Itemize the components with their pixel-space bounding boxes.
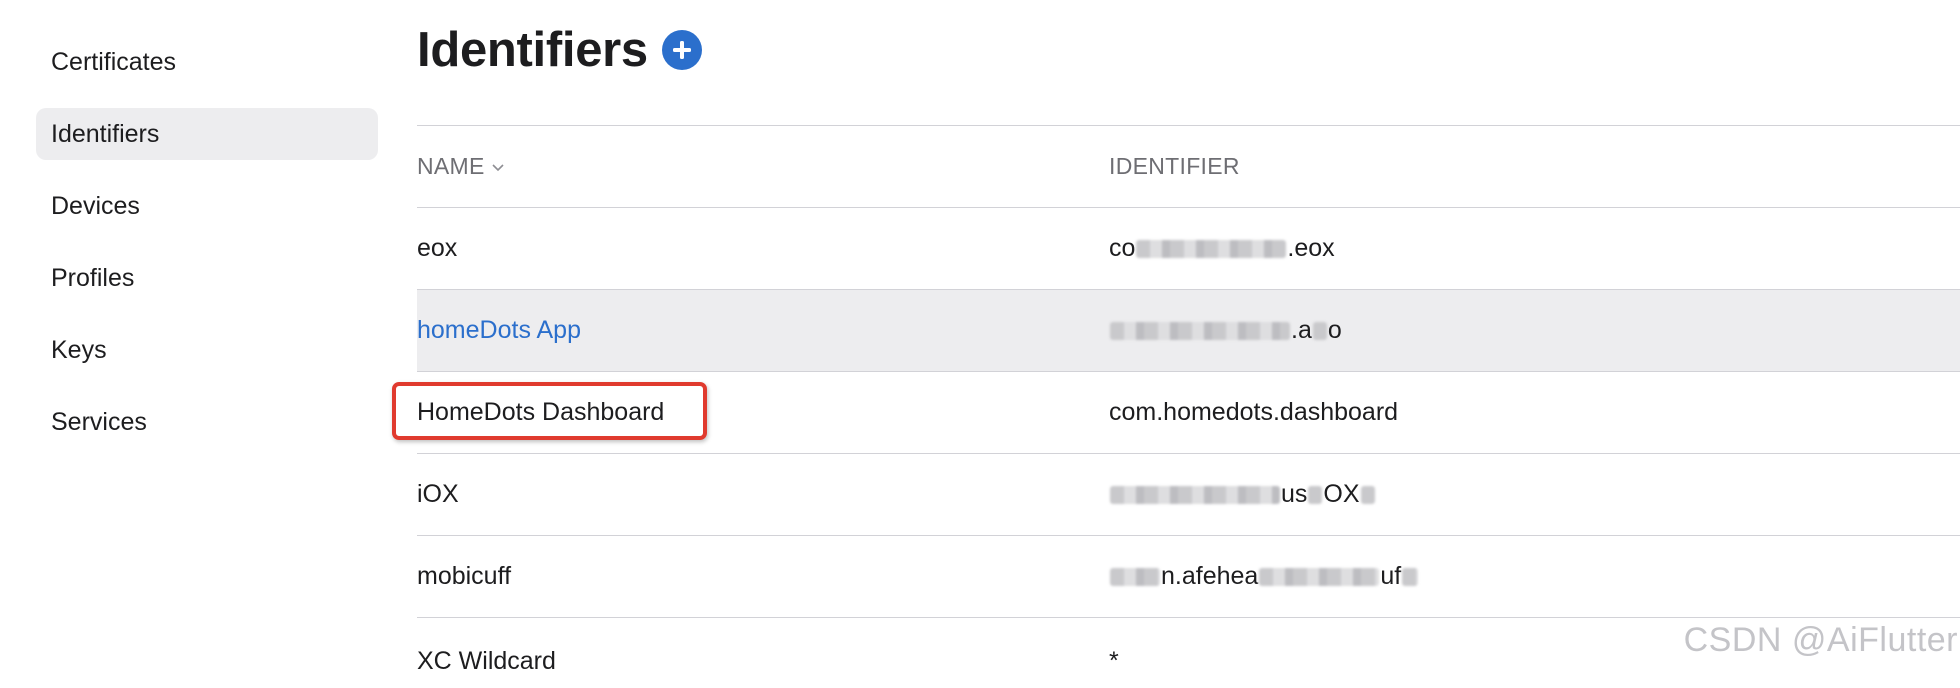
- row-identifier-visible-end: us: [1281, 480, 1308, 508]
- sidebar-item-keys[interactable]: Keys: [36, 324, 378, 376]
- row-name-link[interactable]: homeDots App: [417, 316, 581, 345]
- column-header-name-label: NAME: [417, 153, 485, 179]
- row-name: eox: [417, 234, 458, 262]
- sidebar-item-devices[interactable]: Devices: [36, 180, 378, 232]
- row-identifier: us OX: [1109, 480, 1376, 509]
- table-row[interactable]: HomeDots Dashboard com.homedots.dashboar…: [392, 372, 1960, 454]
- chevron-down-icon: [492, 163, 504, 171]
- page-header: Identifiers: [417, 22, 702, 78]
- redacted-blur: [1110, 486, 1280, 505]
- plus-circle-icon: [672, 41, 691, 59]
- page-title: Identifiers: [417, 23, 648, 77]
- table-row[interactable]: mobicuff n.afehea uf: [417, 536, 1960, 618]
- row-identifier: com.homedots.dashboard: [1109, 398, 1399, 426]
- row-identifier: co .eox: [1109, 234, 1335, 263]
- sidebar-item-identifiers[interactable]: Identifiers: [36, 108, 378, 160]
- row-identifier: n.afehea uf: [1109, 562, 1419, 591]
- sidebar-item-label: Certificates: [51, 47, 177, 76]
- identifiers-table: NAME IDENTIFIER eox co .eox homeDots App …: [392, 125, 1960, 688]
- redacted-blur: [1110, 322, 1290, 341]
- redacted-blur: [1136, 240, 1287, 259]
- sidebar-nav: Certificates Identifiers Devices Profile…: [36, 36, 378, 468]
- row-identifier-visible-tail: o: [1327, 316, 1342, 344]
- sidebar-item-label: Services: [51, 407, 147, 436]
- watermark: CSDN @AiFlutter: [1683, 621, 1958, 659]
- redacted-blur: [1308, 486, 1323, 505]
- sidebar-item-label: Keys: [51, 335, 107, 364]
- sidebar-item-label: Devices: [51, 191, 140, 220]
- row-name: iOX: [417, 480, 459, 508]
- row-identifier: .a o: [1109, 316, 1342, 345]
- row-name: mobicuff: [417, 562, 512, 590]
- sidebar-item-certificates[interactable]: Certificates: [36, 36, 378, 88]
- sidebar-item-services[interactable]: Services: [36, 396, 378, 448]
- add-identifier-button[interactable]: [661, 30, 702, 70]
- redacted-blur: [1312, 322, 1327, 341]
- table-row[interactable]: homeDots App .a o: [417, 290, 1960, 372]
- row-identifier-visible-tail: uf: [1380, 562, 1402, 590]
- sidebar-item-label: Profiles: [51, 263, 135, 292]
- row-identifier-visible-end: .a: [1291, 316, 1312, 344]
- redacted-blur: [1259, 568, 1380, 587]
- row-identifier-visible-start: co: [1109, 234, 1136, 262]
- redacted-blur: [1360, 486, 1375, 505]
- column-header-identifier[interactable]: IDENTIFIER: [1109, 153, 1240, 180]
- table-row[interactable]: iOX us OX: [417, 454, 1960, 536]
- sidebar-item-label: Identifiers: [51, 119, 160, 148]
- row-name: HomeDots Dashboard: [417, 398, 665, 426]
- column-header-name[interactable]: NAME: [417, 153, 505, 180]
- redacted-blur: [1402, 568, 1419, 587]
- row-identifier-visible-mid: n.afehea: [1161, 562, 1259, 590]
- table-row[interactable]: eox co .eox: [417, 208, 1960, 290]
- sidebar-item-profiles[interactable]: Profiles: [36, 252, 378, 304]
- row-identifier-visible-tail: OX: [1323, 480, 1360, 508]
- redacted-blur: [1110, 568, 1160, 587]
- table-header-row: NAME IDENTIFIER: [417, 126, 1960, 208]
- row-identifier: *: [1109, 647, 1119, 675]
- row-identifier-visible-end: .eox: [1287, 234, 1335, 262]
- row-name: XC Wildcard: [417, 647, 556, 675]
